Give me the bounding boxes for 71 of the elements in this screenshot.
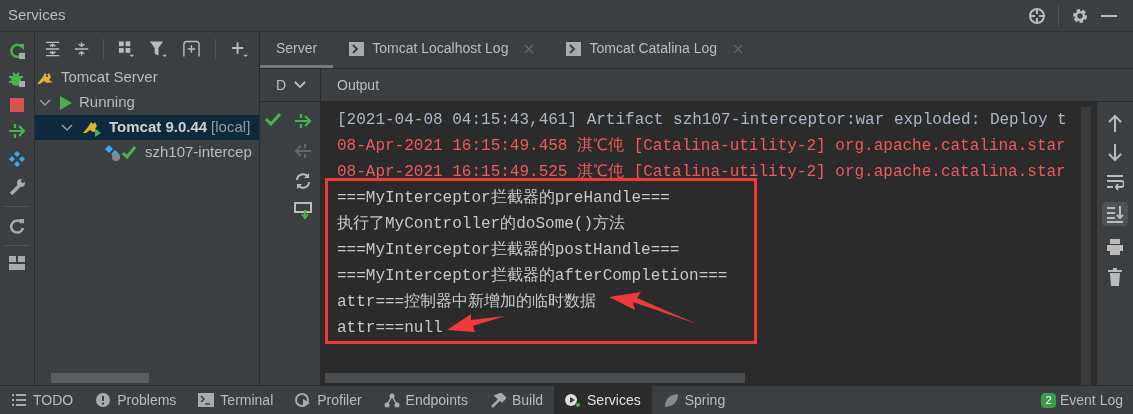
- hammer-icon: [489, 392, 506, 408]
- tool-window-button[interactable]: Endpoints: [372, 386, 479, 414]
- console-line: ===MyInterceptor拦截器的postHandle===: [337, 240, 680, 261]
- scrollbar-thumb[interactable]: [51, 373, 149, 383]
- tab[interactable]: Tomcat Localhost Log: [333, 32, 551, 68]
- print-icon[interactable]: [1106, 238, 1124, 256]
- tree-item[interactable]: Tomcat Server: [35, 65, 259, 90]
- panel-title: Output: [337, 75, 380, 95]
- settings-icon[interactable]: [1071, 6, 1089, 25]
- download-window-icon[interactable]: [294, 202, 312, 220]
- rerun-icon[interactable]: [8, 42, 26, 60]
- add-icon[interactable]: [230, 39, 249, 58]
- expand-all-icon[interactable]: [45, 40, 61, 57]
- layout-icon[interactable]: [9, 256, 25, 270]
- console-line: ===MyInterceptor拦截器的afterCompletion===: [337, 266, 728, 287]
- tool-window-button[interactable]: Problems: [84, 386, 188, 414]
- console-icon: [566, 41, 582, 56]
- leaf-icon: [662, 392, 679, 408]
- deploy-icon[interactable]: [293, 112, 313, 130]
- list-icon: [11, 392, 27, 408]
- tree-item[interactable]: Tomcat 9.0.44 [local]: [35, 115, 259, 140]
- crosshair-icon[interactable]: [1028, 6, 1046, 25]
- refresh-icon[interactable]: [8, 217, 26, 235]
- chevron-down-icon[interactable]: [61, 123, 73, 132]
- tree-item[interactable]: szh107-intercep: [35, 140, 259, 165]
- checkmark-icon: [265, 112, 281, 126]
- console-line: attr===控制器中新增加的临时数据: [337, 291, 597, 313]
- tool-window-button[interactable]: Build: [478, 386, 555, 414]
- deploy-icon[interactable]: [7, 122, 27, 140]
- console-line: 08-Apr-2021 16:15:49.525 淇℃伅 [Catalina-utility-2] org.apache.catalina.star: [337, 162, 1066, 183]
- add-frame-icon[interactable]: [182, 39, 202, 58]
- diamonds-icon[interactable]: [8, 150, 26, 168]
- down-arrow-icon[interactable]: [1108, 144, 1122, 162]
- chevron-down-icon[interactable]: [39, 98, 51, 107]
- tab[interactable]: Tomcat Catalina Log: [550, 32, 760, 68]
- event-log-button[interactable]: 2 Event Log: [1040, 386, 1123, 414]
- console-line: 执行了MyController的doSome()方法: [337, 213, 626, 235]
- trash-icon[interactable]: [1107, 268, 1123, 286]
- window-title: Services: [8, 5, 66, 26]
- debug-icon[interactable]: [8, 70, 26, 88]
- collapse-all-icon[interactable]: [74, 40, 90, 57]
- exclamation-icon: [95, 392, 112, 408]
- tool-window-button[interactable]: Terminal: [187, 386, 285, 414]
- gauge-icon: [295, 392, 312, 408]
- dropdown-button[interactable]: D: [276, 74, 307, 96]
- soft-wrap-icon[interactable]: [1106, 174, 1124, 190]
- console-icon: [349, 41, 365, 56]
- scroll-to-end-icon[interactable]: [1102, 202, 1128, 226]
- tool-window-button[interactable]: Profiler: [284, 386, 373, 414]
- up-arrow-icon[interactable]: [1108, 114, 1122, 132]
- console-line: [2021-04-08 04:15:43,461] Artifact szh107-interceptor:war exploded: Deploy t: [337, 110, 1067, 131]
- tool-window-button[interactable]: Spring: [651, 386, 737, 414]
- play-icon: [565, 392, 582, 408]
- tool-window-button[interactable]: TODO: [0, 386, 85, 414]
- tab[interactable]: Server: [260, 32, 334, 68]
- nodes-icon: [383, 392, 400, 408]
- filter-icon[interactable]: [149, 39, 169, 58]
- artifact-icon: [103, 143, 139, 162]
- wrench-icon[interactable]: [8, 178, 26, 196]
- console-line: 08-Apr-2021 16:15:49.458 淇℃伅 [Catalina-utility-2] org.apache.catalina.star: [337, 136, 1066, 157]
- group-icon[interactable]: [118, 39, 136, 58]
- refresh-icon[interactable]: [294, 172, 312, 190]
- chevron-down-icon: [294, 81, 307, 89]
- tool-window-button[interactable]: Services: [554, 386, 652, 414]
- scrollbar-thumb[interactable]: [325, 373, 745, 383]
- play-icon: [59, 94, 73, 111]
- tree-item[interactable]: Running: [35, 90, 259, 115]
- count-badge: 2: [1040, 392, 1056, 408]
- console-line: ===MyInterceptor拦截器的preHandle===: [337, 188, 670, 209]
- terminal-icon: [198, 392, 215, 408]
- console-line: attr===null: [337, 318, 443, 339]
